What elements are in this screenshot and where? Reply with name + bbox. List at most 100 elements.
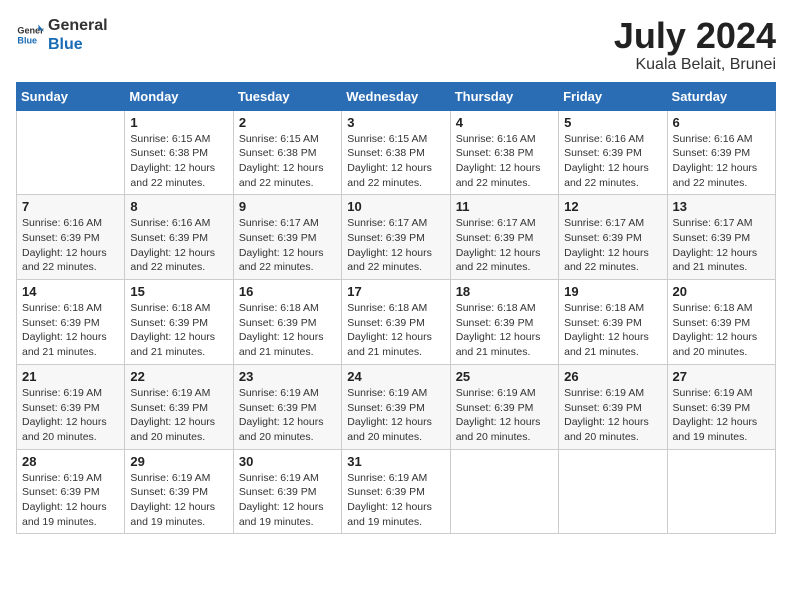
day-number: 31 xyxy=(347,454,444,469)
day-info: Sunrise: 6:15 AM Sunset: 6:38 PM Dayligh… xyxy=(239,132,336,191)
calendar-cell: 16 Sunrise: 6:18 AM Sunset: 6:39 PM Dayli… xyxy=(233,280,341,365)
calendar-cell: 19 Sunrise: 6:18 AM Sunset: 6:39 PM Dayli… xyxy=(559,280,667,365)
calendar-cell: 28 Sunrise: 6:19 AM Sunset: 6:39 PM Dayli… xyxy=(17,449,125,534)
calendar-cell: 2 Sunrise: 6:15 AM Sunset: 6:38 PM Daylig… xyxy=(233,110,341,195)
calendar-cell: 24Sunrise: 6:19 AM Sunset: 6:39 PM Dayli… xyxy=(342,364,450,449)
calendar-cell: 8 Sunrise: 6:16 AM Sunset: 6:39 PM Daylig… xyxy=(125,195,233,280)
day-number: 20 xyxy=(673,284,770,299)
calendar-cell: 6Sunrise: 6:16 AM Sunset: 6:39 PM Daylig… xyxy=(667,110,775,195)
svg-text:Blue: Blue xyxy=(17,36,37,46)
calendar-cell: 12Sunrise: 6:17 AM Sunset: 6:39 PM Dayli… xyxy=(559,195,667,280)
day-info: Sunrise: 6:17 AM Sunset: 6:39 PM Dayligh… xyxy=(239,216,336,275)
month-year-title: July 2024 xyxy=(614,16,776,56)
calendar-cell: 13 Sunrise: 6:17 AM Sunset: 6:39 PM Dayli… xyxy=(667,195,775,280)
day-info: Sunrise: 6:16 AM Sunset: 6:39 PM Dayligh… xyxy=(673,132,770,191)
day-number: 26 xyxy=(564,369,661,384)
day-info: Sunrise: 6:19 AM Sunset: 6:39 PM Dayligh… xyxy=(130,386,227,445)
calendar-cell: 3 Sunrise: 6:15 AM Sunset: 6:38 PM Daylig… xyxy=(342,110,450,195)
day-info: Sunrise: 6:17 AM Sunset: 6:39 PM Dayligh… xyxy=(347,216,444,275)
day-number: 8 xyxy=(130,199,227,214)
header-monday: Monday xyxy=(125,82,233,110)
calendar-week-row: 14 Sunrise: 6:18 AM Sunset: 6:39 PM Dayli… xyxy=(17,280,776,365)
day-info: Sunrise: 6:17 AM Sunset: 6:39 PM Dayligh… xyxy=(456,216,553,275)
day-number: 12 xyxy=(564,199,661,214)
day-number: 17 xyxy=(347,284,444,299)
calendar-cell: 20 Sunrise: 6:18 AM Sunset: 6:39 PM Dayli… xyxy=(667,280,775,365)
day-info: Sunrise: 6:17 AM Sunset: 6:39 PM Dayligh… xyxy=(673,216,770,275)
day-number: 28 xyxy=(22,454,119,469)
logo-icon: General Blue xyxy=(16,21,44,49)
day-number: 13 xyxy=(673,199,770,214)
calendar-week-row: 7 Sunrise: 6:16 AM Sunset: 6:39 PM Daylig… xyxy=(17,195,776,280)
day-info: Sunrise: 6:15 AM Sunset: 6:38 PM Dayligh… xyxy=(347,132,444,191)
calendar-cell: 17 Sunrise: 6:18 AM Sunset: 6:39 PM Dayli… xyxy=(342,280,450,365)
day-info: Sunrise: 6:19 AM Sunset: 6:39 PM Dayligh… xyxy=(347,386,444,445)
calendar-table: SundayMondayTuesdayWednesdayThursdayFrid… xyxy=(16,82,776,535)
day-number: 9 xyxy=(239,199,336,214)
day-number: 16 xyxy=(239,284,336,299)
day-number: 3 xyxy=(347,115,444,130)
day-number: 10 xyxy=(347,199,444,214)
calendar-cell: 27Sunrise: 6:19 AM Sunset: 6:39 PM Dayli… xyxy=(667,364,775,449)
header-saturday: Saturday xyxy=(667,82,775,110)
day-info: Sunrise: 6:18 AM Sunset: 6:39 PM Dayligh… xyxy=(673,301,770,360)
day-number: 27 xyxy=(673,369,770,384)
day-number: 7 xyxy=(22,199,119,214)
calendar-cell: 7Sunrise: 6:16 AM Sunset: 6:39 PM Daylig… xyxy=(17,195,125,280)
calendar-week-row: 1 Sunrise: 6:15 AM Sunset: 6:38 PM Daylig… xyxy=(17,110,776,195)
calendar-cell: 10 Sunrise: 6:17 AM Sunset: 6:39 PM Dayli… xyxy=(342,195,450,280)
calendar-week-row: 28 Sunrise: 6:19 AM Sunset: 6:39 PM Dayli… xyxy=(17,449,776,534)
calendar-cell: 4 Sunrise: 6:16 AM Sunset: 6:38 PM Daylig… xyxy=(450,110,558,195)
calendar-cell: 18 Sunrise: 6:18 AM Sunset: 6:39 PM Dayli… xyxy=(450,280,558,365)
day-info: Sunrise: 6:19 AM Sunset: 6:39 PM Dayligh… xyxy=(347,471,444,530)
day-info: Sunrise: 6:19 AM Sunset: 6:39 PM Dayligh… xyxy=(130,471,227,530)
day-info: Sunrise: 6:18 AM Sunset: 6:39 PM Dayligh… xyxy=(564,301,661,360)
calendar-cell: 23 Sunrise: 6:19 AM Sunset: 6:39 PM Dayli… xyxy=(233,364,341,449)
day-info: Sunrise: 6:18 AM Sunset: 6:39 PM Dayligh… xyxy=(347,301,444,360)
calendar-cell xyxy=(559,449,667,534)
logo-line1: General xyxy=(48,16,108,35)
day-number: 30 xyxy=(239,454,336,469)
day-info: Sunrise: 6:19 AM Sunset: 6:39 PM Dayligh… xyxy=(239,471,336,530)
calendar-cell: 22Sunrise: 6:19 AM Sunset: 6:39 PM Dayli… xyxy=(125,364,233,449)
day-number: 29 xyxy=(130,454,227,469)
day-number: 15 xyxy=(130,284,227,299)
calendar-cell: 14 Sunrise: 6:18 AM Sunset: 6:39 PM Dayli… xyxy=(17,280,125,365)
header-sunday: Sunday xyxy=(17,82,125,110)
header-wednesday: Wednesday xyxy=(342,82,450,110)
day-number: 2 xyxy=(239,115,336,130)
header-friday: Friday xyxy=(559,82,667,110)
calendar-cell: 9 Sunrise: 6:17 AM Sunset: 6:39 PM Daylig… xyxy=(233,195,341,280)
day-info: Sunrise: 6:19 AM Sunset: 6:39 PM Dayligh… xyxy=(564,386,661,445)
day-number: 11 xyxy=(456,199,553,214)
day-number: 19 xyxy=(564,284,661,299)
day-info: Sunrise: 6:16 AM Sunset: 6:39 PM Dayligh… xyxy=(564,132,661,191)
day-number: 18 xyxy=(456,284,553,299)
calendar-cell: 11 Sunrise: 6:17 AM Sunset: 6:39 PM Dayli… xyxy=(450,195,558,280)
day-number: 14 xyxy=(22,284,119,299)
day-number: 23 xyxy=(239,369,336,384)
day-info: Sunrise: 6:15 AM Sunset: 6:38 PM Dayligh… xyxy=(130,132,227,191)
day-number: 1 xyxy=(130,115,227,130)
day-number: 21 xyxy=(22,369,119,384)
day-info: Sunrise: 6:19 AM Sunset: 6:39 PM Dayligh… xyxy=(239,386,336,445)
day-number: 4 xyxy=(456,115,553,130)
logo-line2: Blue xyxy=(48,35,108,54)
day-info: Sunrise: 6:16 AM Sunset: 6:39 PM Dayligh… xyxy=(130,216,227,275)
calendar-cell: 29 Sunrise: 6:19 AM Sunset: 6:39 PM Dayli… xyxy=(125,449,233,534)
logo: General Blue General Blue xyxy=(16,16,108,54)
day-info: Sunrise: 6:18 AM Sunset: 6:39 PM Dayligh… xyxy=(456,301,553,360)
location-label: Kuala Belait, Brunei xyxy=(614,56,776,74)
calendar-cell: 5 Sunrise: 6:16 AM Sunset: 6:39 PM Daylig… xyxy=(559,110,667,195)
day-info: Sunrise: 6:16 AM Sunset: 6:38 PM Dayligh… xyxy=(456,132,553,191)
calendar-cell: 25Sunrise: 6:19 AM Sunset: 6:39 PM Dayli… xyxy=(450,364,558,449)
day-info: Sunrise: 6:18 AM Sunset: 6:39 PM Dayligh… xyxy=(22,301,119,360)
calendar-week-row: 21 Sunrise: 6:19 AM Sunset: 6:39 PM Dayli… xyxy=(17,364,776,449)
day-number: 5 xyxy=(564,115,661,130)
calendar-cell: 1 Sunrise: 6:15 AM Sunset: 6:38 PM Daylig… xyxy=(125,110,233,195)
day-number: 25 xyxy=(456,369,553,384)
calendar-cell xyxy=(17,110,125,195)
page-header: General Blue General Blue July 2024 Kual… xyxy=(16,16,776,74)
day-info: Sunrise: 6:19 AM Sunset: 6:39 PM Dayligh… xyxy=(22,471,119,530)
day-info: Sunrise: 6:18 AM Sunset: 6:39 PM Dayligh… xyxy=(239,301,336,360)
